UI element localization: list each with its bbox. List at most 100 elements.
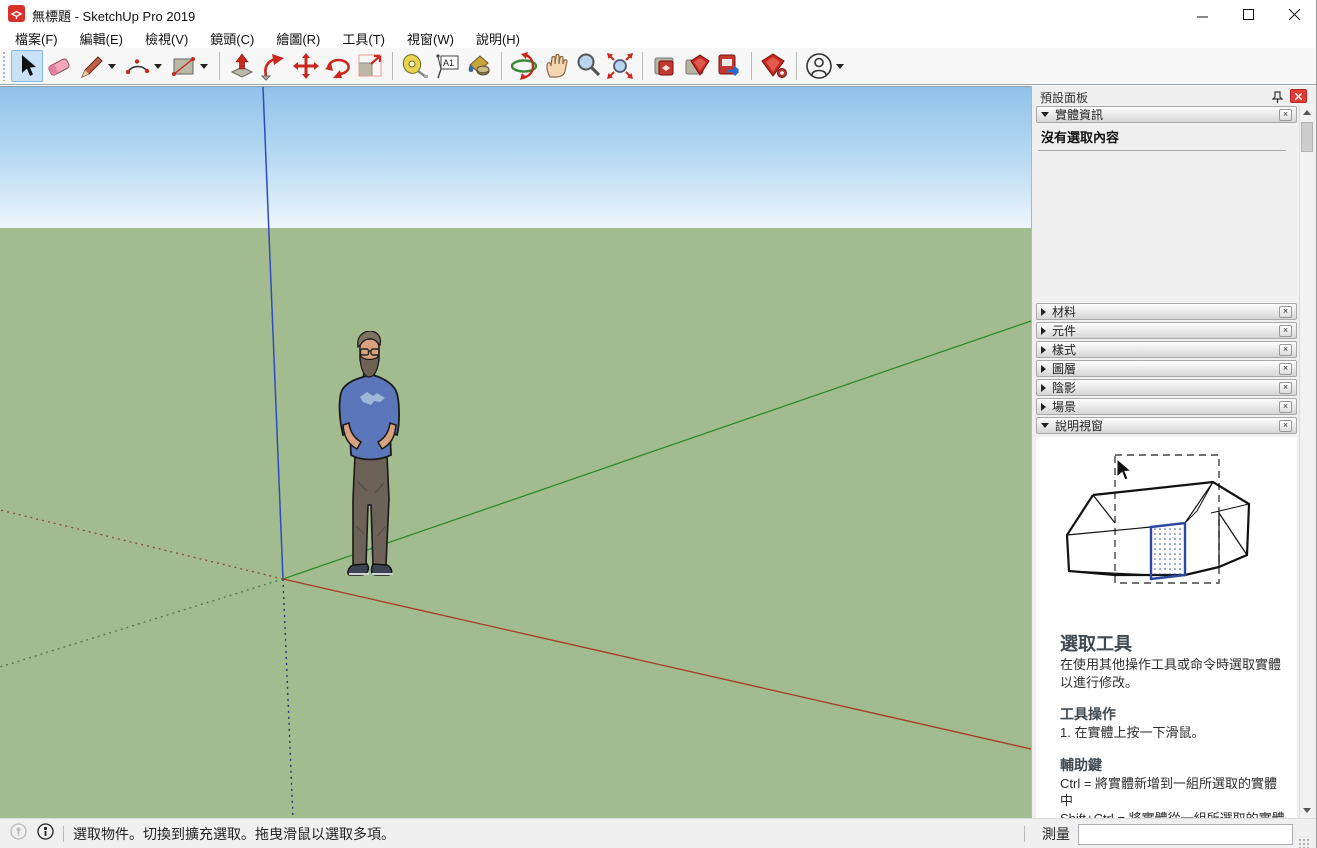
components-close-button[interactable]: × <box>1279 325 1292 337</box>
toolbar-separator <box>392 52 393 80</box>
instructor-header[interactable]: 說明視窗 × <box>1036 417 1297 434</box>
instructor-close-button[interactable]: × <box>1279 420 1292 432</box>
follow-me-icon <box>259 51 289 81</box>
styles-close-button[interactable]: × <box>1279 344 1292 356</box>
chevron-down-icon <box>1041 112 1049 117</box>
maximize-button[interactable] <box>1225 0 1271 28</box>
paint-bucket-tool-button[interactable] <box>463 50 495 82</box>
move-icon <box>291 51 321 81</box>
entity-info-empty-text: 沒有選取內容 <box>1041 127 1119 146</box>
shadows-label: 陰影 <box>1052 379 1279 396</box>
menu-draw[interactable]: 繪圖(R) <box>265 27 331 50</box>
entity-info-label: 實體資訊 <box>1055 106 1279 123</box>
blue-axis-solid <box>263 87 283 579</box>
menu-bar: 檔案(F) 編輯(E) 檢視(V) 鏡頭(C) 繪圖(R) 工具(T) 視窗(W… <box>0 28 1317 48</box>
zoom-extents-tool-button[interactable] <box>604 50 636 82</box>
account-person-icon <box>804 51 834 81</box>
toolbar-drag-handle[interactable] <box>2 51 7 81</box>
extension-manager-button[interactable] <box>758 50 790 82</box>
extension-warehouse-button[interactable] <box>681 50 713 82</box>
scenes-header[interactable]: 場景 × <box>1036 398 1297 415</box>
chevron-right-icon <box>1041 403 1046 411</box>
scroll-down-arrow[interactable] <box>1300 803 1314 818</box>
credit-status-icon[interactable] <box>37 823 54 845</box>
text-tool-button[interactable]: A1 <box>431 50 463 82</box>
layers-label: 圖層 <box>1052 360 1279 377</box>
scale-tool-button[interactable] <box>354 50 386 82</box>
chevron-right-icon <box>1041 346 1046 354</box>
scenes-close-button[interactable]: × <box>1279 401 1292 413</box>
menu-edit[interactable]: 編輯(E) <box>69 27 134 50</box>
select-tool-button[interactable] <box>11 50 43 82</box>
extension-manager-icon <box>759 51 789 81</box>
instructor-modifier-line2: Shift+Ctrl = 將實體從一組所選取的實體中除去 <box>1060 810 1285 818</box>
menu-camera[interactable]: 鏡頭(C) <box>199 27 265 50</box>
menu-window[interactable]: 視窗(W) <box>396 27 465 50</box>
resize-grip[interactable] <box>1297 837 1309 848</box>
scroll-up-arrow[interactable] <box>1300 105 1314 120</box>
panel-scrollbar[interactable] <box>1299 105 1313 818</box>
menu-help[interactable]: 說明(H) <box>465 27 531 50</box>
rectangle-tool-button[interactable] <box>167 50 199 82</box>
orbit-tool-button[interactable] <box>508 50 540 82</box>
account-button[interactable] <box>803 50 835 82</box>
toolbar-separator <box>501 52 502 80</box>
eraser-tool-button[interactable] <box>43 50 75 82</box>
line-tool-dropdown[interactable] <box>108 64 116 69</box>
zoom-extents-icon <box>605 51 635 81</box>
layers-close-button[interactable]: × <box>1279 363 1292 375</box>
arc-tool-dropdown[interactable] <box>154 64 162 69</box>
menu-view[interactable]: 檢視(V) <box>134 27 199 50</box>
measurements-input[interactable] <box>1078 824 1293 845</box>
close-icon <box>1295 93 1302 100</box>
shadows-header[interactable]: 陰影 × <box>1036 379 1297 396</box>
instructor-illustration <box>1053 447 1281 624</box>
layers-header[interactable]: 圖層 × <box>1036 360 1297 377</box>
instructor-description: 在使用其他操作工具或命令時選取實體以進行修改。 <box>1060 656 1285 691</box>
blue-axis-dotted <box>283 579 293 818</box>
send-to-layout-button[interactable] <box>713 50 745 82</box>
divider <box>1038 150 1286 151</box>
scale-figure-person[interactable] <box>327 331 411 579</box>
drawing-axes <box>0 87 1031 818</box>
zoom-tool-button[interactable] <box>572 50 604 82</box>
materials-header[interactable]: 材料 × <box>1036 303 1297 320</box>
line-tool-button[interactable] <box>75 50 107 82</box>
rectangle-tool-dropdown[interactable] <box>200 64 208 69</box>
rotate-tool-button[interactable] <box>322 50 354 82</box>
tape-measure-tool-button[interactable] <box>399 50 431 82</box>
account-dropdown[interactable] <box>836 64 844 69</box>
menu-tools[interactable]: 工具(T) <box>331 27 396 50</box>
menu-file[interactable]: 檔案(F) <box>4 27 69 50</box>
instructor-modifier-line1: Ctrl = 將實體新增到一組所選取的實體中 <box>1060 775 1285 810</box>
default-tray-panel: 預設面板 實體資訊 × 沒有選取內容 材料 × 元件 × 樣式 × <box>1031 86 1317 818</box>
styles-header[interactable]: 樣式 × <box>1036 341 1297 358</box>
tray-close-button[interactable] <box>1290 89 1307 103</box>
cursor-arrow-icon <box>1117 459 1131 480</box>
shadows-close-button[interactable]: × <box>1279 382 1292 394</box>
tray-title: 預設面板 <box>1040 89 1088 106</box>
3d-warehouse-button[interactable] <box>649 50 681 82</box>
tape-measure-icon <box>400 51 430 81</box>
move-tool-button[interactable] <box>290 50 322 82</box>
scrollbar-thumb[interactable] <box>1301 122 1313 152</box>
measurements-area: 測量 <box>1015 819 1309 848</box>
follow-me-tool-button[interactable] <box>258 50 290 82</box>
entity-info-header[interactable]: 實體資訊 × <box>1036 106 1297 123</box>
rectangle-icon <box>169 52 197 80</box>
modeling-viewport[interactable] <box>0 86 1031 818</box>
entity-info-close-button[interactable]: × <box>1279 109 1292 121</box>
minimize-button[interactable] <box>1179 0 1225 28</box>
materials-close-button[interactable]: × <box>1279 306 1292 318</box>
sketchup-window: 無標題 - SketchUp Pro 2019 檔案(F) 編輯(E) 檢視(V… <box>0 0 1317 848</box>
components-header[interactable]: 元件 × <box>1036 322 1297 339</box>
instructor-operation-heading: 工具操作 <box>1060 704 1285 724</box>
push-pull-tool-button[interactable] <box>226 50 258 82</box>
geolocation-status-icon[interactable] <box>10 823 27 845</box>
arc-icon <box>123 52 151 80</box>
instructor-modifier-heading: 輔助鍵 <box>1060 755 1285 775</box>
orbit-icon <box>509 51 539 81</box>
pan-tool-button[interactable] <box>540 50 572 82</box>
close-button[interactable] <box>1271 0 1317 28</box>
arc-tool-button[interactable] <box>121 50 153 82</box>
